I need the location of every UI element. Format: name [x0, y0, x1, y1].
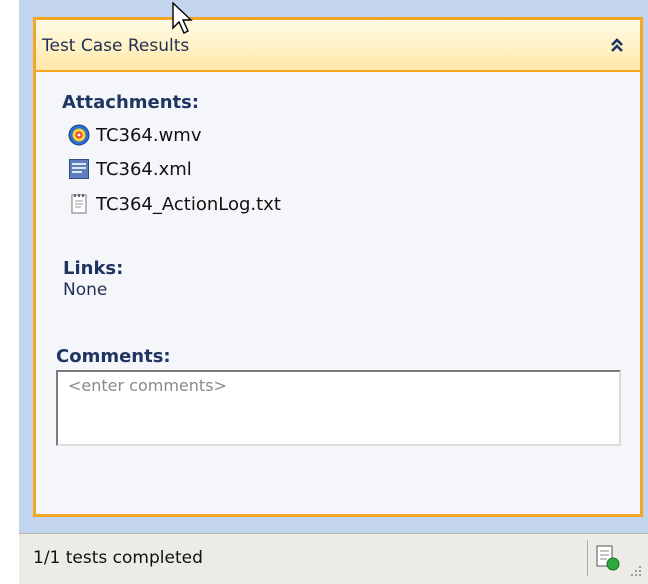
attachment-name: TC364_ActionLog.txt	[96, 193, 281, 215]
resize-grip-icon[interactable]	[627, 562, 643, 578]
xml-file-icon	[68, 158, 90, 180]
comments-label: Comments:	[56, 346, 171, 367]
double-chevron-up-icon[interactable]	[608, 36, 626, 54]
attachment-name: TC364.wmv	[96, 124, 202, 146]
attachment-name: TC364.xml	[96, 158, 192, 180]
comments-input[interactable]	[56, 370, 621, 446]
links-label: Links:	[63, 258, 124, 279]
status-text: 1/1 tests completed	[33, 548, 203, 568]
status-separator	[587, 540, 588, 576]
status-bar: 1/1 tests completed	[19, 533, 648, 584]
attachments-label: Attachments:	[62, 92, 200, 113]
media-file-icon	[68, 124, 90, 146]
text-file-icon	[68, 193, 90, 215]
links-value: None	[63, 280, 108, 300]
panel-title: Test Case Results	[42, 36, 190, 56]
attachment-item-txt[interactable]: TC364_ActionLog.txt	[68, 191, 281, 217]
test-status-icon[interactable]	[595, 544, 621, 572]
attachment-item-xml[interactable]: TC364.xml	[68, 156, 192, 182]
panel-header[interactable]: Test Case Results	[36, 20, 640, 72]
test-case-results-panel: Test Case Results Attachments: TC364.wmv	[33, 17, 643, 517]
attachment-item-wmv[interactable]: TC364.wmv	[68, 122, 202, 148]
